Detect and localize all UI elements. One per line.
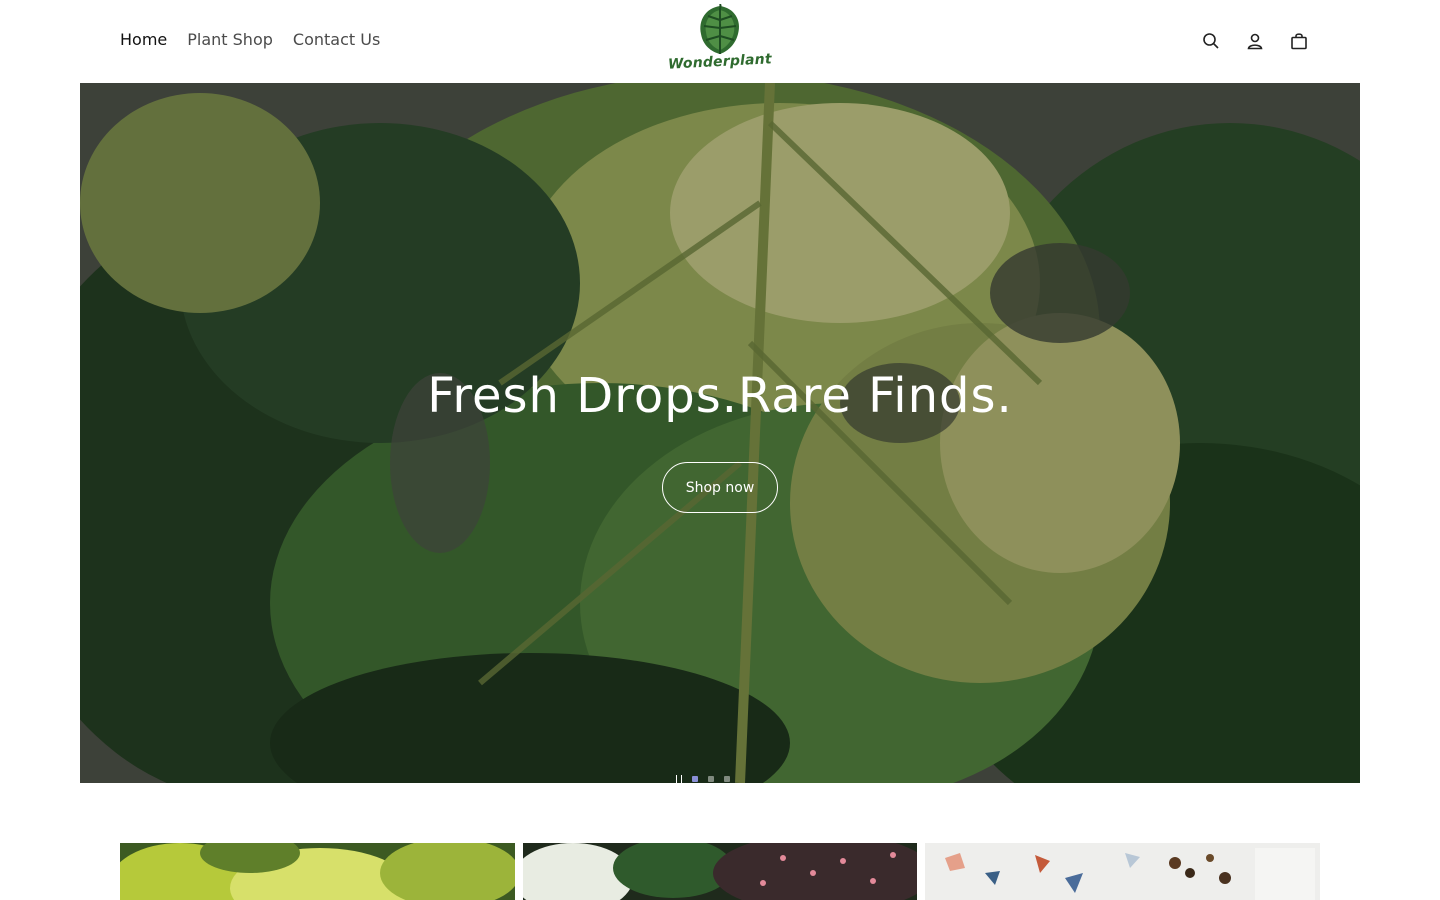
slide-dot-1[interactable] <box>692 776 698 782</box>
nav-home[interactable]: Home <box>120 28 167 52</box>
search-icon[interactable] <box>1200 30 1222 52</box>
logo-text: Wonderplant <box>667 51 773 73</box>
nav-contact-us[interactable]: Contact Us <box>293 28 380 52</box>
pothos-image <box>120 843 515 900</box>
pause-icon[interactable] <box>676 775 682 783</box>
pothos-tile[interactable] <box>120 843 515 900</box>
monstera-leaf-icon <box>700 4 740 54</box>
shop-now-button[interactable]: Shop now <box>662 462 778 513</box>
slide-dot-3[interactable] <box>724 776 730 782</box>
site-logo[interactable]: Wonderplant <box>668 4 772 78</box>
hero-overlay <box>80 83 1360 783</box>
cart-icon[interactable] <box>1288 30 1310 52</box>
collection-tiles <box>120 843 1321 900</box>
hero-banner: Fresh Drops.Rare Finds. Shop now <box>80 83 1360 783</box>
slide-dot-2[interactable] <box>708 776 714 782</box>
slider-controls <box>676 775 730 783</box>
main-nav: Home Plant Shop Contact Us <box>120 28 380 52</box>
header-icons <box>1200 30 1310 52</box>
nav-plant-shop[interactable]: Plant Shop <box>187 28 273 52</box>
variegated-plant-image <box>522 843 917 900</box>
soil-mix-image <box>925 843 1321 900</box>
site-header: Home Plant Shop Contact Us Wonderplant <box>0 0 1440 83</box>
soil-mix-tile[interactable] <box>925 843 1321 900</box>
hero-title: Fresh Drops.Rare Finds. <box>427 368 1013 424</box>
account-icon[interactable] <box>1244 30 1266 52</box>
variegated-tile[interactable] <box>522 843 918 900</box>
